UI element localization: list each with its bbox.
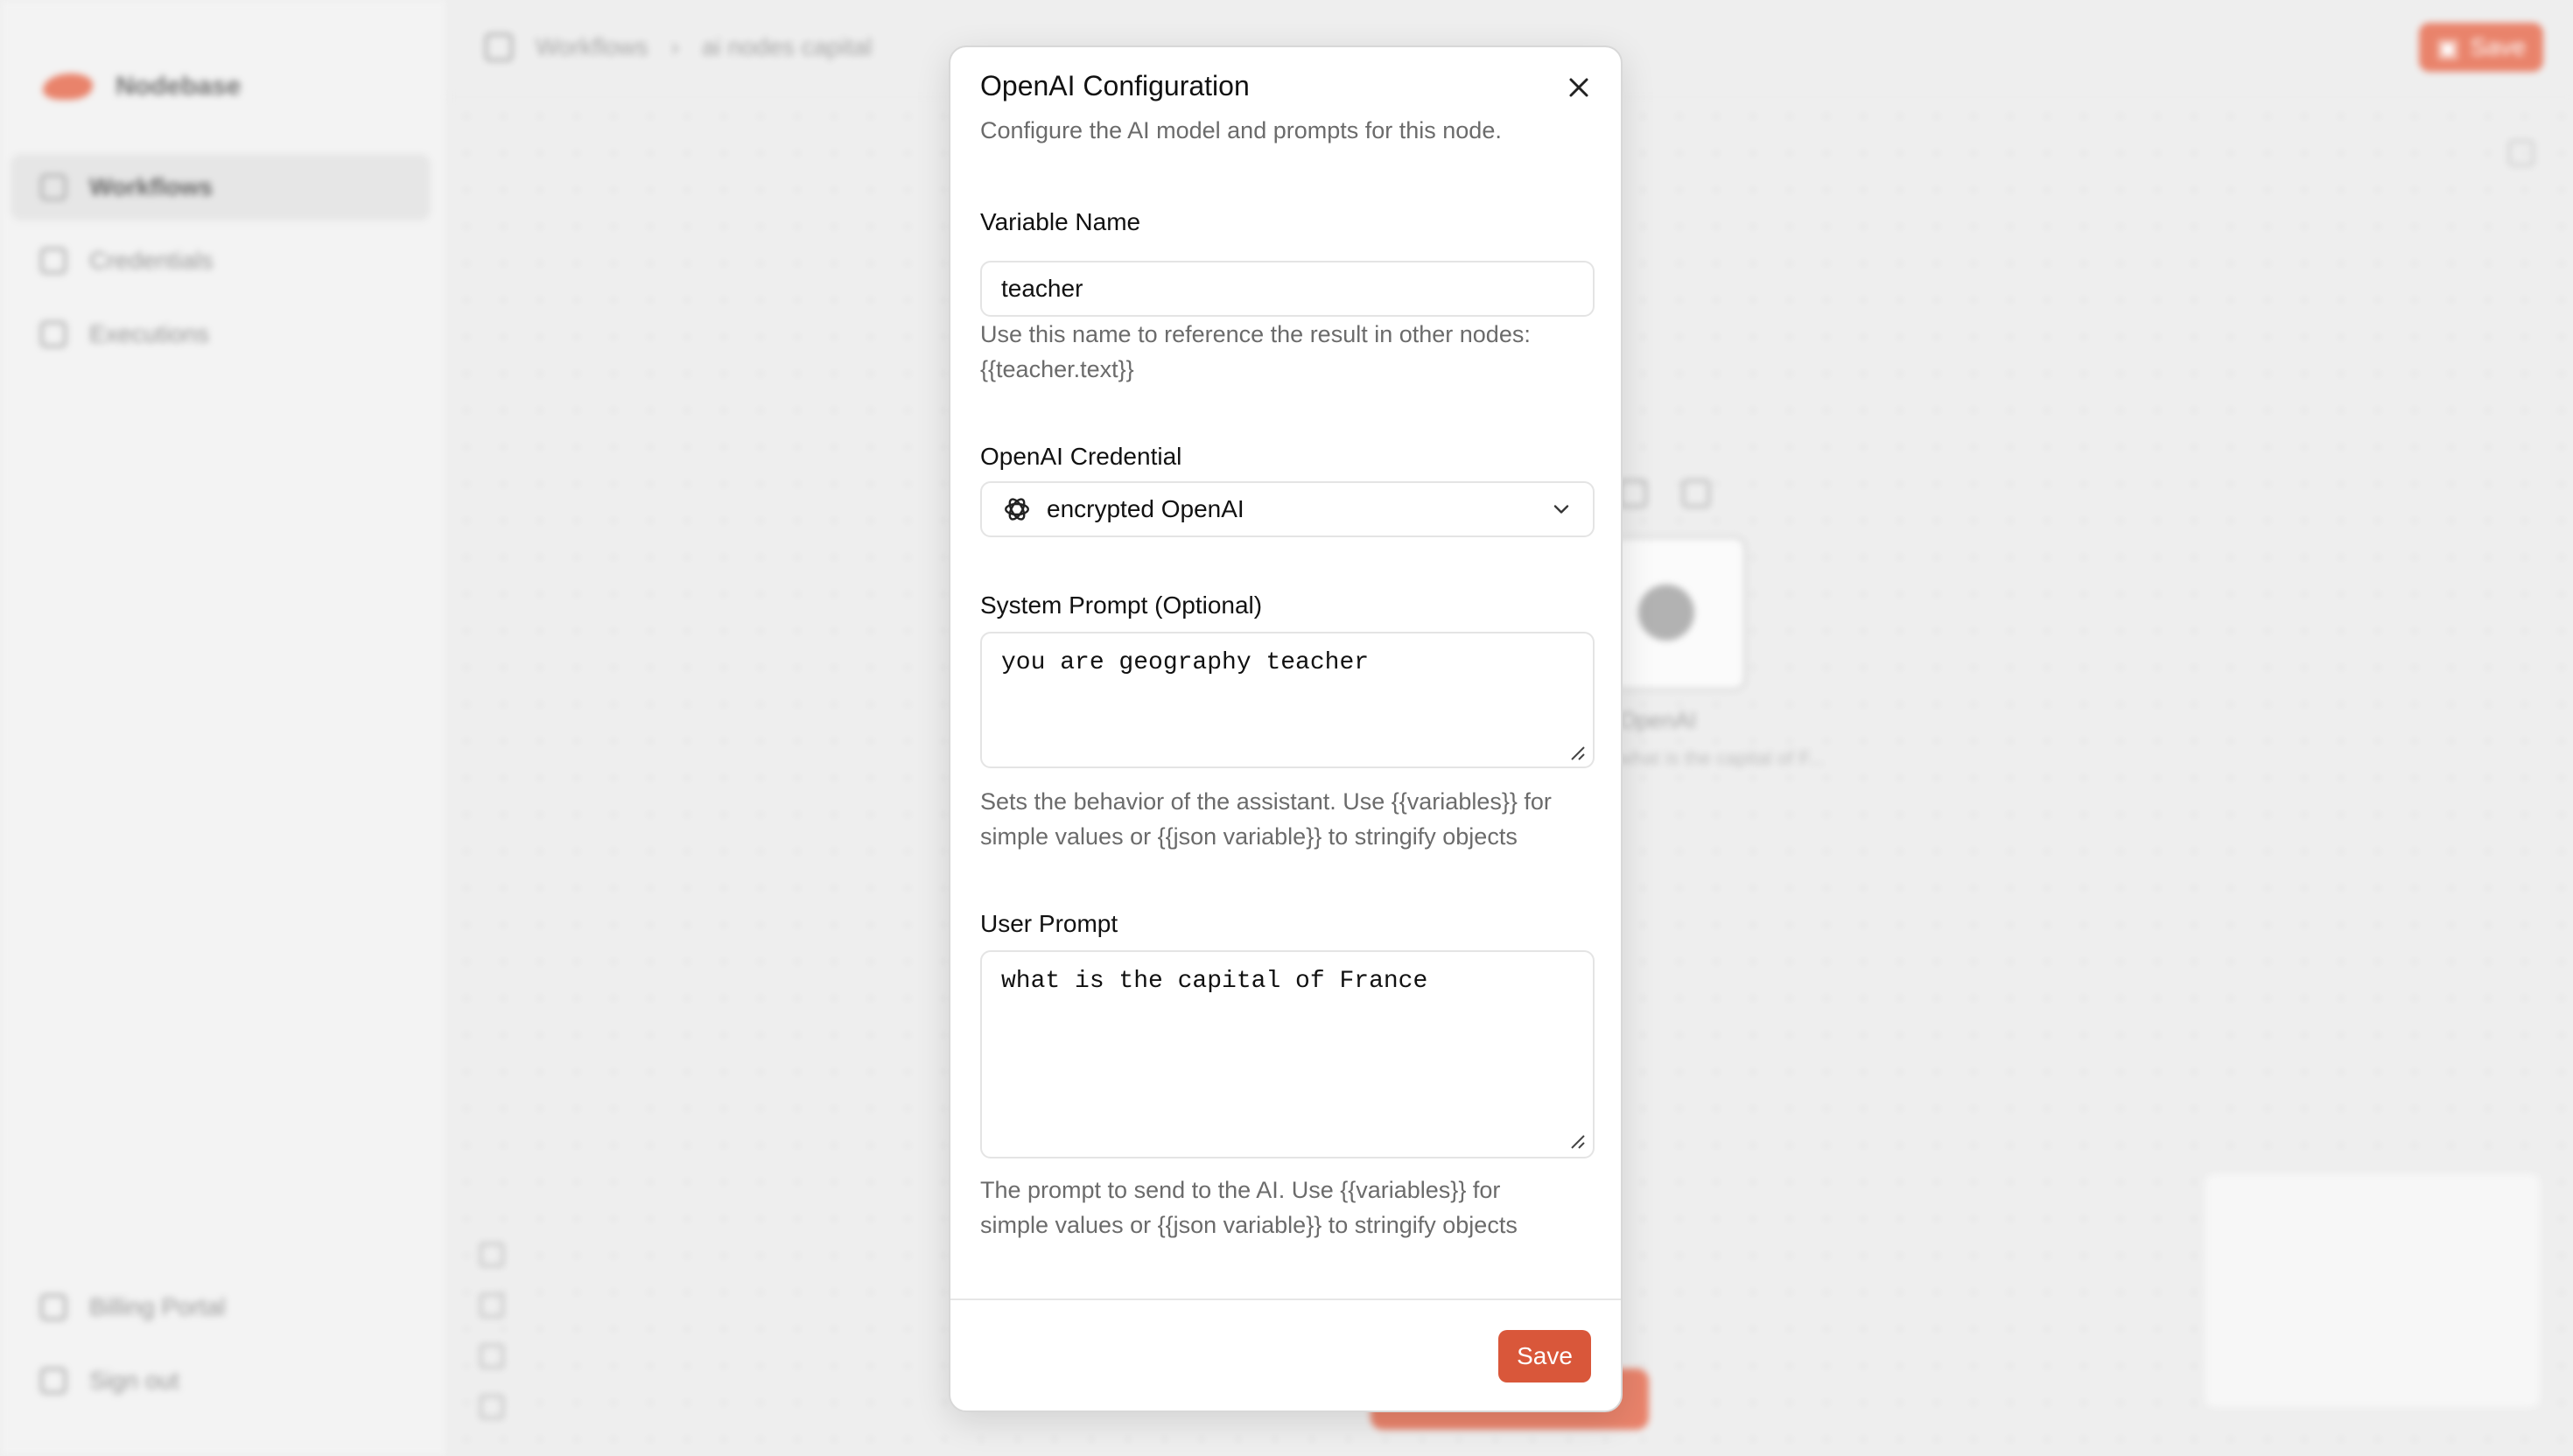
user-prompt-help: The prompt to send to the AI. Use {{vari… <box>980 1172 1610 1242</box>
variable-name-help: Use this name to reference the result in… <box>980 317 1610 387</box>
help-text: Sets the behavior of the assistant. Use … <box>980 788 1552 815</box>
system-prompt-help: Sets the behavior of the assistant. Use … <box>980 784 1610 854</box>
help-text: Use this name to reference the result in… <box>980 321 1531 347</box>
system-prompt-textarea[interactable]: you are geography teacher <box>980 632 1595 768</box>
system-prompt-label: System Prompt (Optional) <box>980 592 1263 619</box>
variable-name-label: Variable Name <box>980 208 1141 235</box>
help-text: {{teacher.text}} <box>980 356 1134 382</box>
save-button[interactable]: Save <box>1498 1330 1591 1382</box>
help-text: simple values or {{json variable}} to st… <box>980 1212 1518 1238</box>
openai-config-dialog: OpenAI Configuration Configure the AI mo… <box>949 46 1623 1412</box>
credential-label: OpenAI Credential <box>980 443 1182 470</box>
user-prompt-textarea[interactable]: what is the capital of France <box>980 950 1595 1158</box>
help-text: The prompt to send to the AI. Use {{vari… <box>980 1177 1501 1203</box>
resize-handle-icon[interactable] <box>1568 1132 1586 1150</box>
variable-name-input[interactable] <box>980 261 1595 317</box>
close-icon[interactable] <box>1563 72 1595 103</box>
credential-value: encrypted OpenAI <box>1047 495 1244 522</box>
dialog-title: OpenAI Configuration <box>980 70 1250 102</box>
resize-handle-icon[interactable] <box>1568 744 1586 761</box>
dialog-footer-divider <box>950 1298 1621 1300</box>
chevron-down-icon <box>1553 505 1569 514</box>
credential-select[interactable]: encrypted OpenAI <box>980 481 1595 537</box>
help-text: simple values or {{json variable}} to st… <box>980 823 1518 850</box>
user-prompt-label: User Prompt <box>980 910 1118 937</box>
openai-logo-icon <box>1005 498 1029 521</box>
dialog-description: Configure the AI model and prompts for t… <box>980 117 1502 144</box>
